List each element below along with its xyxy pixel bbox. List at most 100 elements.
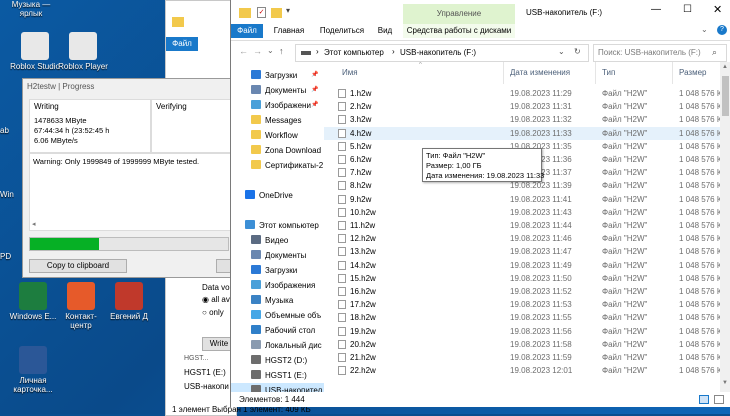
- file-type: Файл "H2W": [602, 181, 648, 191]
- file-date: 19.08.2023 11:32: [510, 115, 572, 125]
- nav-item-label: HGST2 (D:): [265, 356, 308, 365]
- file-date: 19.08.2023 11:50: [510, 273, 572, 283]
- nav-item[interactable]: Объемные объ: [231, 308, 324, 323]
- desktop-icon[interactable]: Roblox Player: [58, 32, 108, 71]
- file-row[interactable]: 1.h2w 19.08.2023 11:29 Файл "H2W" 1 048 576…: [324, 87, 730, 100]
- tab-share[interactable]: Поделиться: [315, 24, 369, 38]
- folder-icon: [251, 145, 261, 154]
- search-icon[interactable]: ⌕: [712, 47, 717, 58]
- pin-icon: 📌: [311, 72, 319, 78]
- nav-item[interactable]: USB-накопител: [231, 383, 324, 392]
- breadcrumb-this-pc[interactable]: Этот компьютер: [324, 48, 384, 57]
- refresh-icon[interactable]: ↻: [574, 47, 581, 56]
- nav-item[interactable]: HGST1 (E:): [231, 368, 324, 383]
- nav-item[interactable]: Локальный дис: [231, 338, 324, 353]
- nav-item[interactable]: Музыка: [231, 293, 324, 308]
- file-row[interactable]: 22.h2w 19.08.2023 12:01 Файл "H2W" 1 048 57…: [324, 364, 730, 377]
- nav-item[interactable]: Видео: [231, 233, 324, 248]
- file-row[interactable]: 15.h2w 19.08.2023 11:50 Файл "H2W" 1 048 57…: [324, 272, 730, 285]
- nav-item[interactable]: Изображения: [231, 278, 324, 293]
- file-row[interactable]: 19.h2w 19.08.2023 11:56 Файл "H2W" 1 048 57…: [324, 325, 730, 338]
- scroll-up-arrow[interactable]: ▲: [722, 64, 728, 70]
- help-icon[interactable]: ?: [717, 25, 727, 35]
- nav-item-label: Объемные объ: [265, 311, 322, 320]
- file-row[interactable]: 17.h2w 19.08.2023 11:53 Файл "H2W" 1 048 57…: [324, 298, 730, 311]
- nav-item[interactable]: Загрузки: [231, 263, 324, 278]
- scroll-thumb[interactable]: [722, 76, 729, 116]
- drive-item[interactable]: HGST1 (E:): [184, 368, 226, 377]
- ribbon-collapse-icon[interactable]: ⌄: [701, 25, 708, 34]
- desktop-icon[interactable]: Музыка — ярлык: [6, 0, 56, 18]
- h2testw-progress-dialog: H2testw | Progress Writing 1478633 MByte…: [22, 78, 235, 278]
- file-row[interactable]: 12.h2w 19.08.2023 11:46 Файл "H2W" 1 048 57…: [324, 232, 730, 245]
- nav-item[interactable]: Загрузки 📌: [231, 68, 324, 83]
- folder-icon: [251, 160, 261, 169]
- new-folder-icon[interactable]: [271, 8, 282, 18]
- search-input[interactable]: Поиск: USB-накопитель (F:) ⌕: [593, 44, 727, 62]
- hscroll-left-arrow[interactable]: ◂: [32, 220, 36, 228]
- column-header-type[interactable]: Тип: [596, 62, 673, 84]
- tab-file[interactable]: Файл: [231, 24, 263, 38]
- file-row[interactable]: 2.h2w 19.08.2023 11:31 Файл "H2W" 1 048 576…: [324, 100, 730, 113]
- file-type: Файл "H2W": [602, 313, 648, 323]
- file-row[interactable]: 3.h2w 19.08.2023 11:32 Файл "H2W" 1 048 576…: [324, 113, 730, 126]
- breadcrumb-usb[interactable]: USB-накопитель (F:): [400, 48, 476, 57]
- drive-item[interactable]: HGST...: [184, 355, 209, 362]
- qat-dropdown-icon[interactable]: ▾: [286, 6, 290, 15]
- file-row[interactable]: 18.h2w 19.08.2023 11:55 Файл "H2W" 1 048 57…: [324, 311, 730, 324]
- only-radio[interactable]: ○ only: [202, 308, 224, 317]
- nav-item[interactable]: Этот компьютер: [231, 218, 324, 233]
- desktop-icon[interactable]: Windows E...: [8, 282, 58, 321]
- file-icon: [338, 102, 346, 112]
- tab-home[interactable]: Главная: [269, 24, 309, 38]
- up-arrow-icon[interactable]: ↑: [279, 46, 284, 56]
- file-row[interactable]: 11.h2w 19.08.2023 11:44 Файл "H2W" 1 048 57…: [324, 219, 730, 232]
- file-list-scrollbar[interactable]: ▲ ▼: [720, 62, 730, 392]
- desktop-icon[interactable]: Евгений Д: [104, 282, 154, 321]
- download-icon: [251, 265, 261, 274]
- back-arrow-icon[interactable]: ←: [239, 46, 248, 56]
- drive-item[interactable]: USB-накопи: [184, 382, 229, 391]
- file-row[interactable]: 10.h2w 19.08.2023 11:43 Файл "H2W" 1 048 57…: [324, 206, 730, 219]
- history-dropdown-icon[interactable]: ⌄: [267, 46, 274, 55]
- desktop-icon[interactable]: Личная карточка...: [8, 346, 58, 394]
- all-available-radio[interactable]: ◉ all av: [202, 295, 230, 304]
- minimize-button[interactable]: —: [651, 4, 661, 15]
- file-row[interactable]: 4.h2w 19.08.2023 11:33 Файл "H2W" 1 048 576…: [324, 126, 730, 140]
- nav-item[interactable]: HGST2 (D:): [231, 353, 324, 368]
- column-header-date[interactable]: Дата изменения: [504, 62, 596, 84]
- copy-to-clipboard-button[interactable]: Copy to clipboard: [29, 259, 127, 273]
- file-name: 22.h2w: [350, 366, 376, 376]
- scroll-down-arrow[interactable]: ▼: [722, 380, 728, 386]
- warning-textbox[interactable]: Warning: Only 1999849 of 1999999 MByte t…: [29, 153, 231, 231]
- nav-item[interactable]: Документы: [231, 248, 324, 263]
- close-button[interactable]: ✕: [713, 3, 722, 16]
- address-dropdown-icon[interactable]: ⌄: [558, 47, 565, 56]
- nav-item[interactable]: Документы 📌: [231, 83, 324, 98]
- forward-arrow-icon[interactable]: →: [253, 46, 262, 56]
- nav-item[interactable]: Workflow: [231, 128, 324, 143]
- file-row[interactable]: 21.h2w 19.08.2023 11:59 Файл "H2W" 1 048 57…: [324, 351, 730, 364]
- file-row[interactable]: 16.h2w 19.08.2023 11:52 Файл "H2W" 1 048 57…: [324, 285, 730, 298]
- nav-item[interactable]: Messages: [231, 113, 324, 128]
- details-view-icon[interactable]: [699, 395, 709, 404]
- desktop-icon[interactable]: Контакт-центр: [56, 282, 106, 330]
- maximize-button[interactable]: ☐: [683, 4, 692, 15]
- file-row[interactable]: 13.h2w 19.08.2023 11:47 Файл "H2W" 1 048 57…: [324, 245, 730, 258]
- file-menu-tab[interactable]: Файл: [166, 37, 198, 51]
- address-bar[interactable]: › Этот компьютер › USB-накопитель (F:) ⌄…: [295, 44, 589, 62]
- nav-item[interactable]: Zona Download: [231, 143, 324, 158]
- file-row[interactable]: 9.h2w 19.08.2023 11:41 Файл "H2W" 1 048 576…: [324, 193, 730, 206]
- nav-item[interactable]: OneDrive: [231, 188, 324, 203]
- tab-view[interactable]: Вид: [373, 24, 397, 38]
- nav-item[interactable]: Рабочий стол: [231, 323, 324, 338]
- tab-drive-tools[interactable]: Средства работы с дисками: [403, 24, 515, 38]
- file-row[interactable]: 14.h2w 19.08.2023 11:49 Файл "H2W" 1 048 57…: [324, 259, 730, 272]
- tiles-view-icon[interactable]: [714, 395, 724, 404]
- nav-item[interactable]: Сертификаты-2: [231, 158, 324, 173]
- properties-icon[interactable]: ✓: [257, 7, 266, 18]
- nav-item[interactable]: Изображени 📌: [231, 98, 324, 113]
- desktop-icon[interactable]: Roblox Studio: [10, 32, 60, 71]
- file-row[interactable]: 20.h2w 19.08.2023 11:58 Файл "H2W" 1 048 57…: [324, 338, 730, 351]
- file-date: 19.08.2023 11:56: [510, 326, 572, 336]
